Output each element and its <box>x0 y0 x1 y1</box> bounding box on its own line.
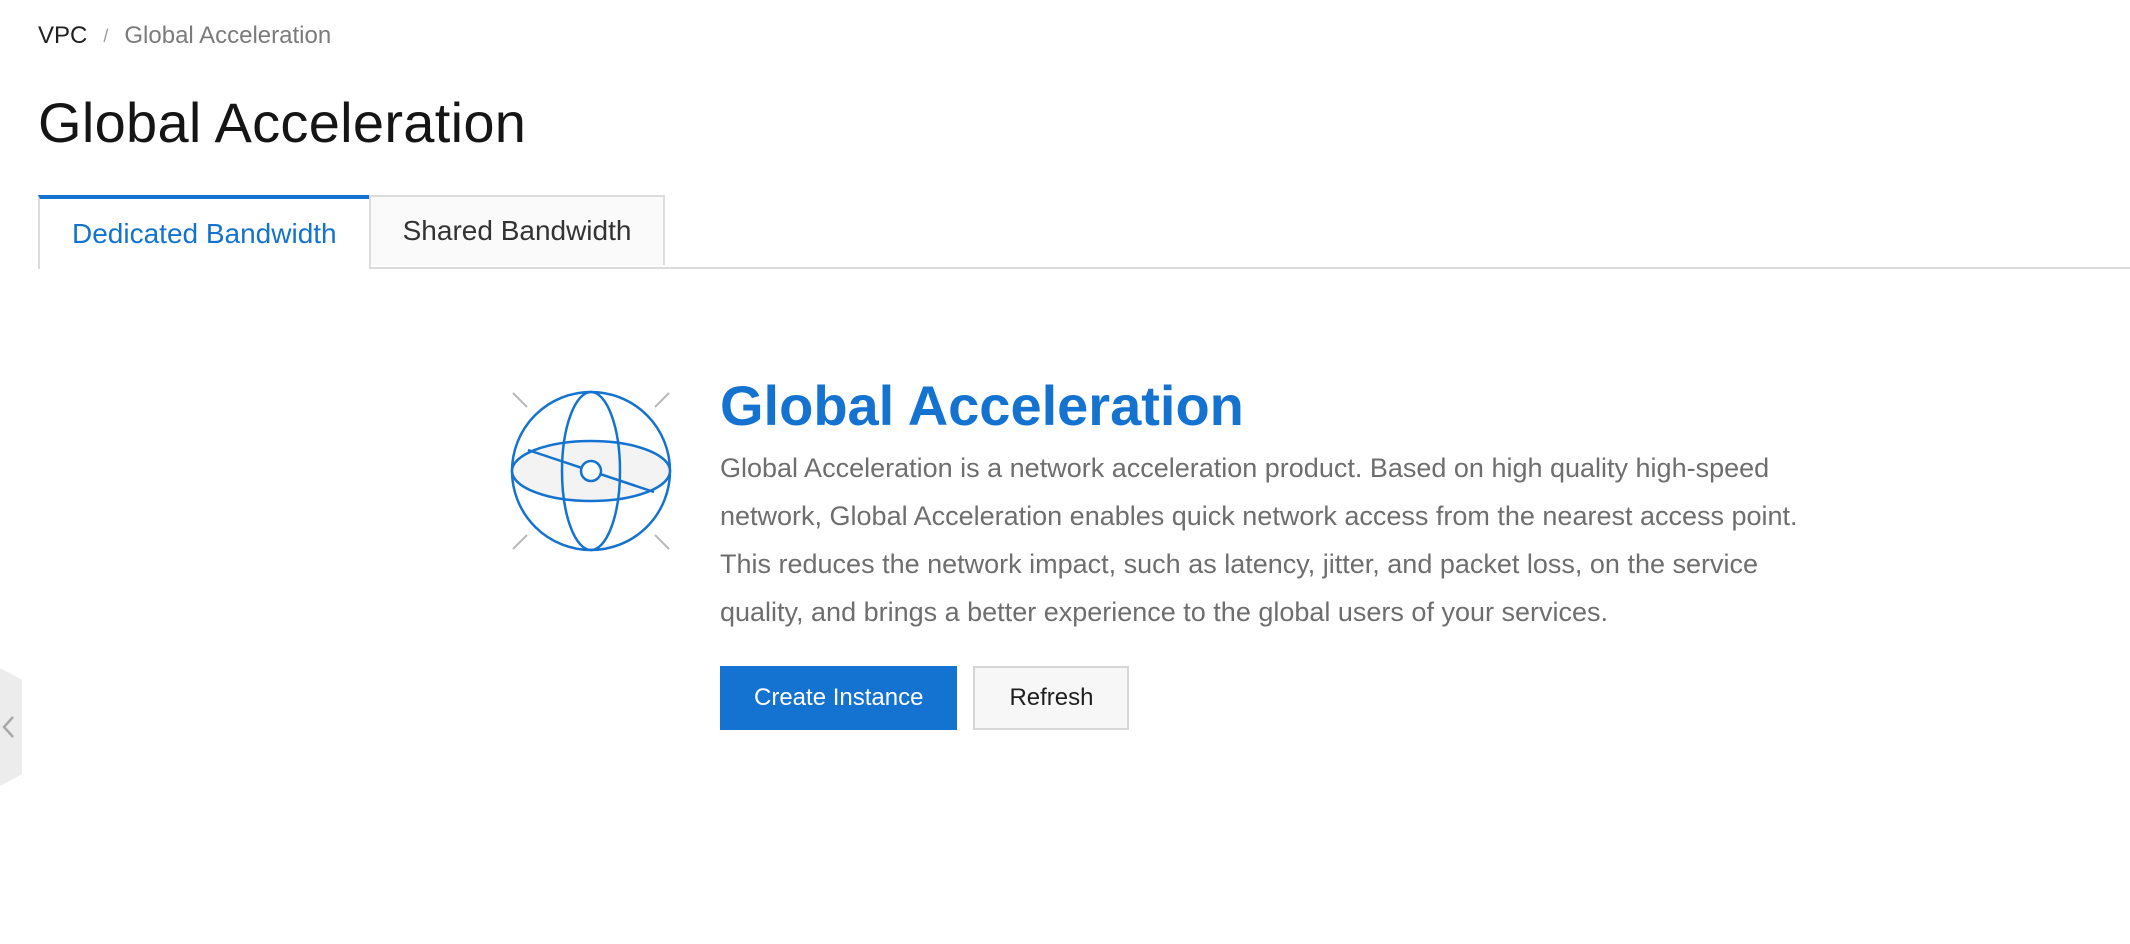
empty-state-description: Global Acceleration is a network acceler… <box>720 453 1798 627</box>
breadcrumb-item-current: Global Acceleration <box>124 22 332 49</box>
create-instance-button[interactable]: Create Instance <box>720 666 958 730</box>
breadcrumb-item-vpc[interactable]: VPC <box>38 22 87 50</box>
globe-icon <box>508 388 674 554</box>
breadcrumb-separator: / <box>103 25 109 46</box>
empty-state-actions: Create Instance Refresh <box>720 666 1840 730</box>
breadcrumb: VPC / Global Acceleration <box>38 22 331 50</box>
refresh-button[interactable]: Refresh <box>973 666 1130 730</box>
tab-bar: Dedicated Bandwidth Shared Bandwidth <box>38 195 2130 269</box>
sidebar-collapse-handle[interactable] <box>0 668 22 786</box>
tab-dedicated-bandwidth[interactable]: Dedicated Bandwidth <box>38 195 371 269</box>
page: VPC / Global Acceleration Global Acceler… <box>0 0 2130 944</box>
page-title: Global Acceleration <box>38 91 527 154</box>
empty-state: Global Acceleration Global Acceleration … <box>720 372 1840 730</box>
tab-shared-bandwidth[interactable]: Shared Bandwidth <box>368 195 666 265</box>
empty-state-title: Global Acceleration <box>720 374 1244 437</box>
chevron-left-icon <box>2 716 14 738</box>
